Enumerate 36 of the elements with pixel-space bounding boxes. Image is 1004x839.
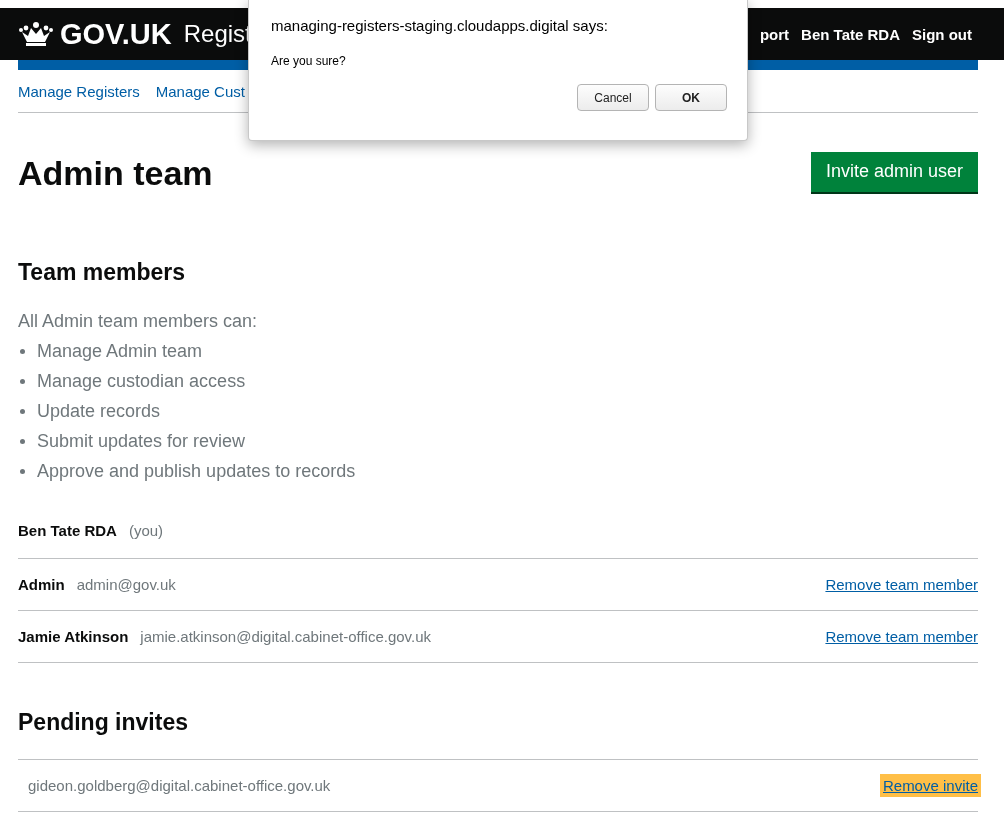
govuk-logo[interactable]: GOV.UK [60, 17, 172, 51]
remove-member-link[interactable]: Remove team member [825, 628, 978, 645]
permission-item: Approve and publish updates to records [37, 460, 356, 483]
member-name: Jamie Atkinson [18, 628, 129, 645]
invite-admin-user-button[interactable]: Invite admin user [810, 152, 978, 192]
dialog-button[interactable]: OK [655, 84, 727, 111]
header-link[interactable]: port [759, 25, 790, 43]
bullet-icon [20, 438, 25, 444]
header-link[interactable]: Ben Tate RDA [801, 25, 900, 43]
dialog-button[interactable]: Cancel [577, 84, 649, 111]
bullet-icon [20, 378, 25, 384]
bullet-icon [20, 468, 25, 474]
permission-item: Update records [37, 400, 161, 423]
crown-icon [18, 20, 54, 48]
permission-item: Manage Admin team [37, 340, 203, 363]
bullet-icon [20, 348, 25, 354]
page-title: Admin team [18, 153, 213, 193]
member-detail: (you) [128, 522, 164, 539]
section-heading: Team members [18, 258, 187, 287]
nav-link[interactable]: Manage Registers [18, 83, 140, 100]
dialog-title: managing-registers-staging.cloudapps.digital says: [271, 17, 609, 34]
permission-item: Manage custodian access [37, 370, 246, 393]
header-link[interactable]: Sign out [912, 25, 972, 43]
permission-item: Submit updates for review [37, 430, 246, 453]
remove-invite-link[interactable]: Remove invite [882, 777, 978, 794]
bullet-icon [20, 408, 25, 414]
remove-member-link[interactable]: Remove team member [825, 576, 978, 593]
nav-link[interactable]: Manage Cust [155, 83, 245, 100]
intro-text: All Admin team members can: [18, 310, 259, 333]
section-heading: Pending invites [18, 708, 189, 737]
member-name: Admin [18, 576, 65, 593]
dialog-message: Are you sure? [271, 54, 347, 68]
member-name: Ben Tate RDA [18, 522, 117, 539]
invite-email: gideon.goldberg@digital.cabinet-office.gov.uk [28, 777, 331, 794]
member-detail: admin@gov.uk [76, 576, 176, 593]
member-detail: jamie.atkinson@digital.cabinet-office.gov.uk [140, 628, 431, 645]
